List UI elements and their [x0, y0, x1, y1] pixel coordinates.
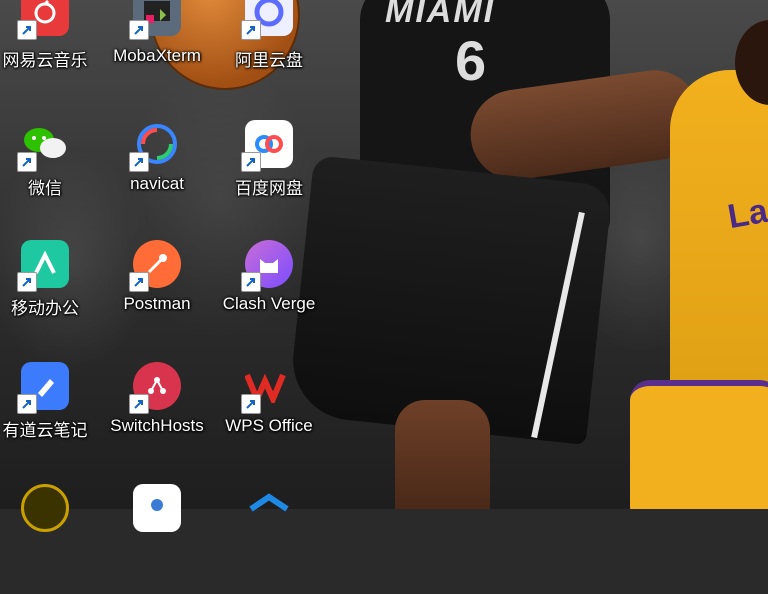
- desktop-icon-netease-music[interactable]: 网易云音乐: [0, 0, 101, 110]
- desktop-icon-navicat[interactable]: navicat: [101, 120, 213, 230]
- shortcut-arrow-icon: [241, 20, 261, 40]
- baidu-netdisk-icon: [241, 120, 293, 172]
- shortcut-arrow-icon: [17, 272, 37, 292]
- desktop-icon-wechat[interactable]: 微信: [0, 120, 101, 230]
- desktop-icon-switchhosts[interactable]: SwitchHosts: [101, 362, 213, 472]
- navicat-icon: [129, 120, 181, 172]
- shortcut-arrow-icon: [241, 152, 261, 172]
- app-icon-partial-1: [21, 484, 69, 532]
- desktop-icon-partial-1[interactable]: [0, 484, 101, 594]
- icon-label: MobaXterm: [113, 46, 201, 65]
- app-icon-partial-3: [245, 484, 293, 532]
- mobaxterm-icon: [129, 0, 181, 40]
- postman-icon: [129, 240, 181, 292]
- shortcut-arrow-icon: [129, 20, 149, 40]
- desktop-icon-mobile-office[interactable]: 移动办公: [0, 240, 101, 350]
- shortcut-arrow-icon: [17, 394, 37, 414]
- desktop-icon-partial-2[interactable]: [101, 484, 213, 594]
- shortcut-arrow-icon: [129, 394, 149, 414]
- icon-label: WPS Office: [225, 416, 313, 435]
- desktop-icon-youdao-note[interactable]: 有道云笔记: [0, 362, 101, 472]
- mobile-office-icon: [17, 240, 69, 292]
- shortcut-arrow-icon: [241, 272, 261, 292]
- shortcut-arrow-icon: [129, 272, 149, 292]
- icon-label: 微信: [28, 179, 62, 198]
- shortcut-arrow-icon: [129, 152, 149, 172]
- shortcut-arrow-icon: [17, 152, 37, 172]
- icon-label: 移动办公: [11, 299, 79, 318]
- icon-label: Postman: [123, 294, 191, 313]
- desktop-icon-aliyun-drive[interactable]: 阿里云盘: [213, 0, 325, 110]
- desktop-icon-partial-3[interactable]: [213, 484, 325, 594]
- desktop-icon-clash-verge[interactable]: Clash Verge: [213, 240, 325, 350]
- icon-label: 网易云音乐: [2, 51, 88, 70]
- app-icon-partial-2: [133, 484, 181, 532]
- switchhosts-icon: [129, 362, 181, 414]
- icon-label: SwitchHosts: [110, 416, 204, 435]
- clash-verge-icon: [241, 240, 293, 292]
- youdao-note-icon: [17, 362, 69, 414]
- shortcut-arrow-icon: [17, 20, 37, 40]
- desktop-icon-postman[interactable]: Postman: [101, 240, 213, 350]
- desktop-icon-mobaxterm[interactable]: MobaXterm: [101, 0, 213, 110]
- desktop-icon-baidu-netdisk[interactable]: 百度网盘: [213, 120, 325, 230]
- wechat-icon: [17, 120, 69, 172]
- netease-music-icon: [17, 0, 69, 40]
- icon-label: 有道云笔记: [2, 421, 88, 440]
- wps-office-icon: [241, 362, 293, 414]
- icon-label: 阿里云盘: [235, 51, 303, 70]
- icon-label: 百度网盘: [235, 179, 303, 198]
- aliyun-drive-icon: [241, 0, 293, 40]
- desktop-icon-wps-office[interactable]: WPS Office: [213, 362, 325, 472]
- icon-label: Clash Verge: [222, 294, 316, 313]
- icon-label: navicat: [130, 174, 184, 193]
- shortcut-arrow-icon: [241, 394, 261, 414]
- desktop: 网易云音乐 MobaXterm 阿里云盘 微信 navicat 百度网盘 移动办…: [0, 0, 768, 532]
